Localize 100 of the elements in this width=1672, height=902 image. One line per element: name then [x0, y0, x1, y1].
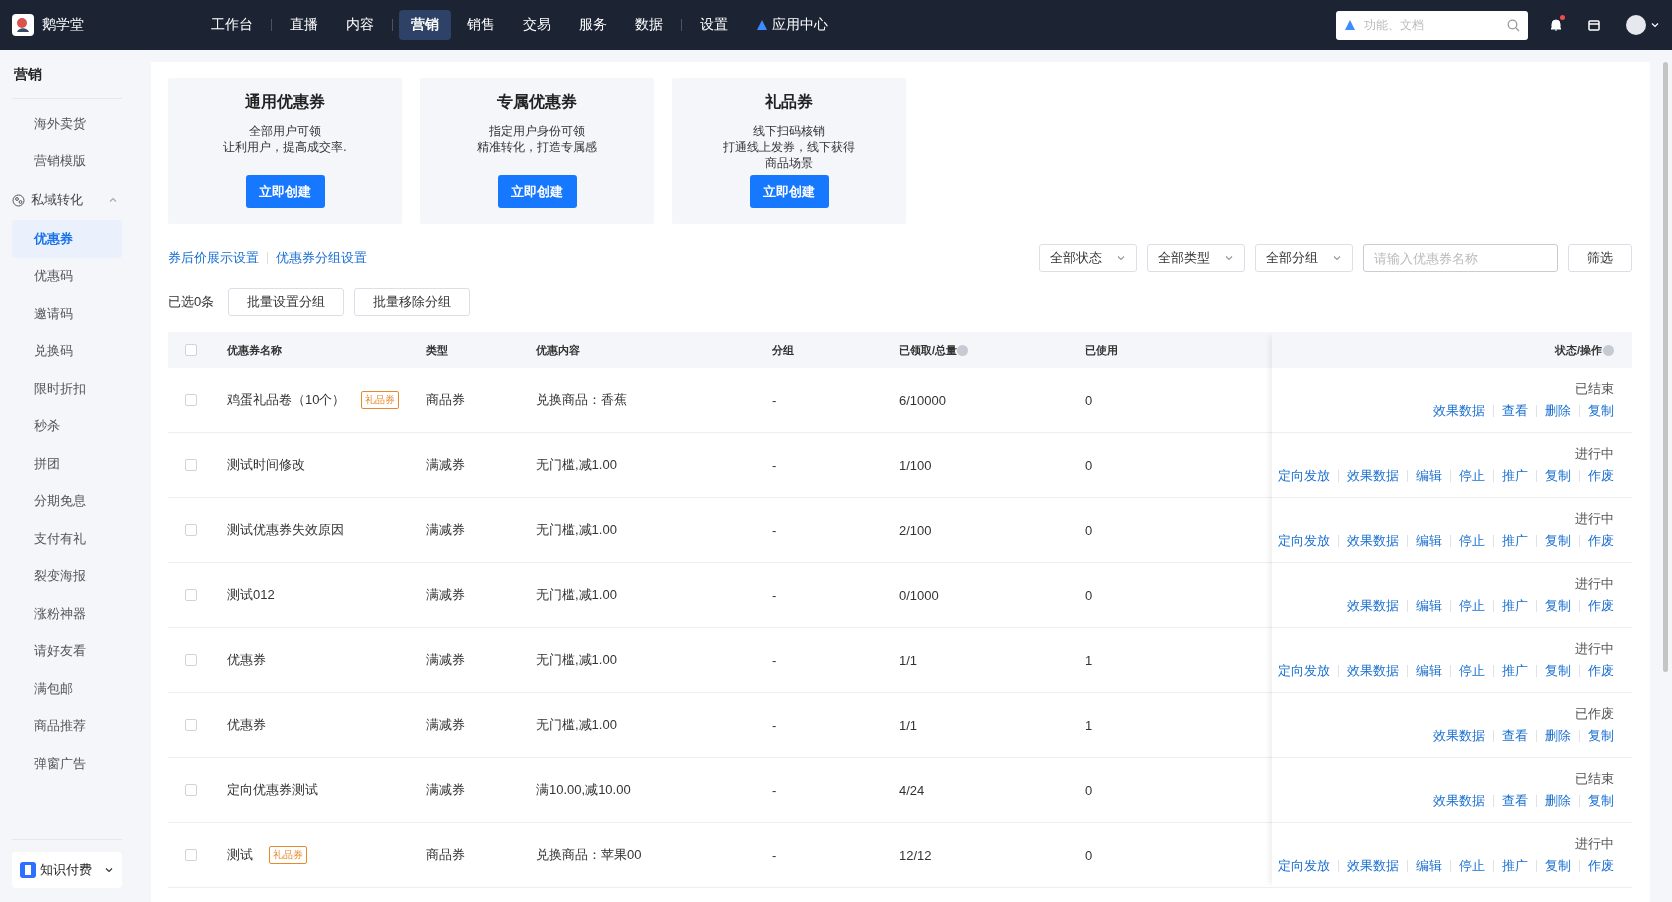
action-link[interactable]: 效果数据 — [1433, 792, 1485, 810]
filter-select[interactable]: 全部类型 — [1147, 244, 1245, 272]
sidebar-item[interactable]: 满包邮 — [12, 670, 122, 708]
sidebar-group[interactable]: 私域转化 — [12, 180, 122, 220]
search-box[interactable]: 功能、文档 — [1336, 10, 1528, 40]
action-link[interactable]: 编辑 — [1416, 467, 1442, 485]
nav-tab[interactable]: 服务 — [567, 10, 619, 40]
row-checkbox[interactable] — [185, 849, 197, 861]
nav-tab[interactable]: 营销 — [399, 10, 451, 40]
action-link[interactable]: 复制 — [1588, 792, 1614, 810]
product-switcher[interactable]: 知识付费 — [12, 852, 122, 888]
action-link[interactable]: 定向发放 — [1278, 662, 1330, 680]
sidebar-item[interactable]: 弹窗广告 — [12, 745, 122, 783]
action-link[interactable]: 作废 — [1588, 597, 1614, 615]
action-link[interactable]: 停止 — [1459, 662, 1485, 680]
sidebar-item[interactable]: 兑换码 — [12, 332, 122, 370]
action-link[interactable]: 推广 — [1502, 467, 1528, 485]
action-link[interactable]: 推广 — [1502, 857, 1528, 875]
action-link[interactable]: 复制 — [1588, 727, 1614, 745]
action-link[interactable]: 复制 — [1588, 402, 1614, 420]
action-link[interactable]: 效果数据 — [1433, 402, 1485, 420]
row-checkbox[interactable] — [185, 459, 197, 471]
action-link[interactable]: 作废 — [1588, 662, 1614, 680]
action-link[interactable]: 复制 — [1545, 597, 1571, 615]
action-link[interactable]: 效果数据 — [1347, 662, 1399, 680]
create-button[interactable]: 立即创建 — [245, 175, 325, 208]
action-link[interactable]: 推广 — [1502, 597, 1528, 615]
action-link[interactable]: 定向发放 — [1278, 857, 1330, 875]
nav-tab[interactable]: 直播 — [278, 10, 330, 40]
action-link[interactable]: 删除 — [1545, 727, 1571, 745]
action-link[interactable]: 编辑 — [1416, 597, 1442, 615]
action-link[interactable]: 复制 — [1545, 532, 1571, 550]
batch-button[interactable]: 批量移除分组 — [354, 288, 471, 316]
action-link[interactable]: 停止 — [1459, 597, 1485, 615]
store-icon[interactable] — [1587, 18, 1601, 32]
action-link[interactable]: 查看 — [1502, 402, 1528, 420]
create-button[interactable]: 立即创建 — [749, 175, 829, 208]
filter-select[interactable]: 全部状态 — [1039, 244, 1137, 272]
sidebar-item[interactable]: 拼团 — [12, 445, 122, 483]
bell-icon[interactable] — [1549, 18, 1563, 32]
sidebar-item[interactable]: 营销模版 — [12, 142, 122, 180]
action-link[interactable]: 推广 — [1502, 662, 1528, 680]
action-link[interactable]: 停止 — [1459, 467, 1485, 485]
sidebar-item[interactable]: 商品推荐 — [12, 707, 122, 745]
action-link[interactable]: 效果数据 — [1347, 857, 1399, 875]
action-link[interactable]: 定向发放 — [1278, 532, 1330, 550]
row-checkbox[interactable] — [185, 589, 197, 601]
sidebar-item[interactable]: 秒杀 — [12, 407, 122, 445]
batch-button[interactable]: 批量设置分组 — [228, 288, 345, 316]
sidebar-item[interactable]: 限时折扣 — [12, 370, 122, 408]
row-checkbox[interactable] — [185, 524, 197, 536]
coupon-name-field[interactable]: 请输入优惠券名称 — [1363, 244, 1558, 272]
action-link[interactable]: 效果数据 — [1347, 467, 1399, 485]
action-link[interactable]: 查看 — [1502, 727, 1528, 745]
create-button[interactable]: 立即创建 — [497, 175, 577, 208]
sidebar-item[interactable]: 优惠码 — [12, 257, 122, 295]
row-checkbox[interactable] — [185, 784, 197, 796]
action-link[interactable]: 查看 — [1502, 792, 1528, 810]
nav-tab[interactable]: 设置 — [688, 10, 740, 40]
action-link[interactable]: 推广 — [1502, 532, 1528, 550]
action-link[interactable]: 效果数据 — [1347, 597, 1399, 615]
action-link[interactable]: 停止 — [1459, 532, 1485, 550]
row-checkbox[interactable] — [185, 719, 197, 731]
select-all-checkbox[interactable] — [185, 344, 197, 356]
action-link[interactable]: 删除 — [1545, 402, 1571, 420]
action-link[interactable]: 定向发放 — [1278, 467, 1330, 485]
action-link[interactable]: 效果数据 — [1347, 532, 1399, 550]
nav-tab[interactable]: 数据 — [623, 10, 675, 40]
action-link[interactable]: 效果数据 — [1433, 727, 1485, 745]
action-link[interactable]: 删除 — [1545, 792, 1571, 810]
action-link[interactable]: 复制 — [1545, 857, 1571, 875]
action-link[interactable]: 编辑 — [1416, 532, 1442, 550]
settings-link[interactable]: 优惠券分组设置 — [276, 249, 367, 267]
action-link[interactable]: 作废 — [1588, 857, 1614, 875]
sidebar-item[interactable]: 优惠券 — [12, 220, 122, 258]
nav-tab[interactable]: 内容 — [334, 10, 386, 40]
nav-tab[interactable]: 应用中心 — [744, 10, 840, 40]
sidebar-item[interactable]: 分期免息 — [12, 482, 122, 520]
avatar[interactable] — [1626, 15, 1646, 35]
search-icon[interactable] — [1507, 18, 1520, 32]
sidebar-item[interactable]: 涨粉神器 — [12, 595, 122, 633]
nav-tab[interactable]: 工作台 — [199, 10, 265, 40]
action-link[interactable]: 作废 — [1588, 467, 1614, 485]
filter-button[interactable]: 筛选 — [1568, 244, 1632, 272]
action-link[interactable]: 停止 — [1459, 857, 1485, 875]
sidebar-item[interactable]: 支付有礼 — [12, 520, 122, 558]
action-link[interactable]: 作废 — [1588, 532, 1614, 550]
action-link[interactable]: 编辑 — [1416, 662, 1442, 680]
filter-select[interactable]: 全部分组 — [1255, 244, 1353, 272]
row-checkbox[interactable] — [185, 654, 197, 666]
sidebar-item[interactable]: 海外卖货 — [12, 105, 122, 143]
sidebar-item[interactable]: 请好友看 — [12, 632, 122, 670]
nav-tab[interactable]: 销售 — [455, 10, 507, 40]
row-checkbox[interactable] — [185, 394, 197, 406]
action-link[interactable]: 复制 — [1545, 467, 1571, 485]
nav-tab[interactable]: 交易 — [511, 10, 563, 40]
action-link[interactable]: 复制 — [1545, 662, 1571, 680]
scrollbar-thumb[interactable] — [1662, 62, 1668, 672]
action-link[interactable]: 编辑 — [1416, 857, 1442, 875]
settings-link[interactable]: 券后价展示设置 — [168, 249, 259, 267]
